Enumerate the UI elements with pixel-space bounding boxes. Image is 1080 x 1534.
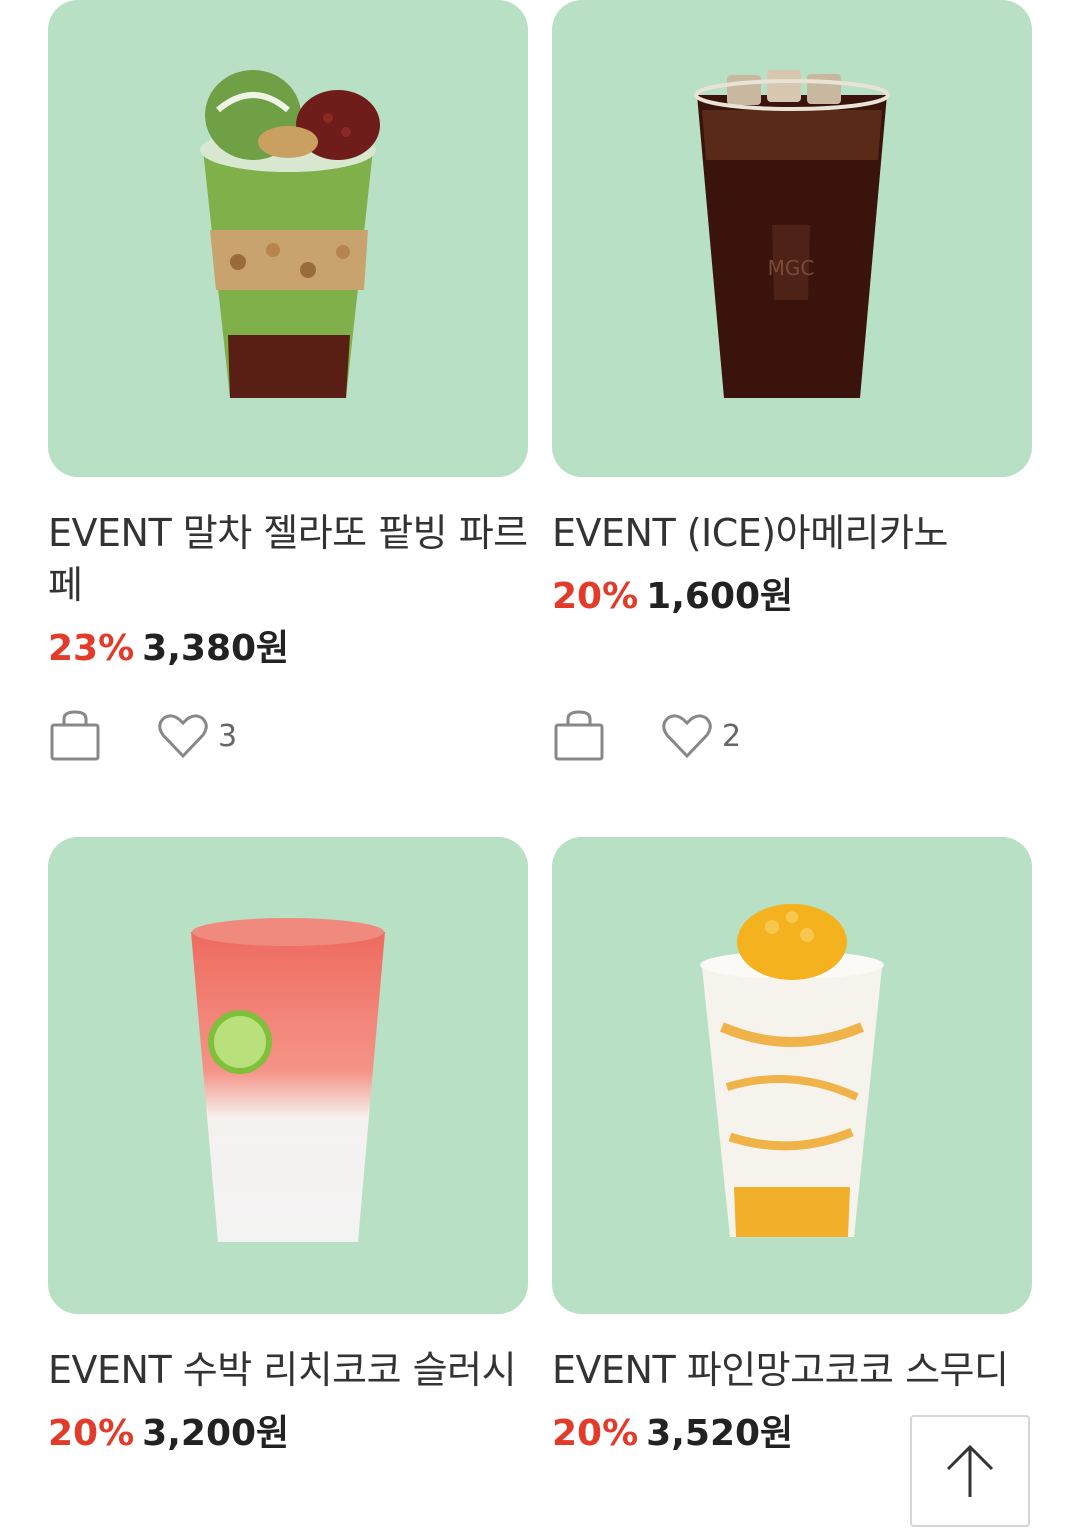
iced-americano-drink: MGC	[694, 70, 890, 398]
sale-price: 1,600원	[646, 576, 794, 617]
sale-price: 3,200원	[142, 1413, 290, 1454]
discount-rate: 20%	[552, 1413, 639, 1454]
product-grid: EVENT 말차 젤라또 팥빙 파르페 23% 3,380원 3 MGC EVE…	[0, 0, 1080, 1534]
discount-rate: 23%	[48, 628, 135, 669]
product-card[interactable]: MGC EVENT (ICE)아메리카노 20% 1,600원 2	[552, 0, 1032, 763]
product-image[interactable]	[48, 0, 528, 477]
card-actions: 2	[552, 709, 1032, 763]
discount-rate: 20%	[48, 1413, 135, 1454]
like-button[interactable]: 3	[158, 713, 237, 759]
like-count: 2	[722, 718, 742, 754]
price-row: 23% 3,380원	[48, 619, 528, 671]
shopping-bag-icon[interactable]	[552, 709, 606, 763]
product-title[interactable]: EVENT 말차 젤라또 팥빙 파르페	[48, 507, 528, 611]
scroll-top-button[interactable]	[910, 1415, 1030, 1527]
watermelon-slush-drink	[191, 918, 385, 1242]
product-card[interactable]: EVENT 말차 젤라또 팥빙 파르페 23% 3,380원 3	[48, 0, 528, 763]
like-button[interactable]: 2	[662, 713, 741, 759]
like-count: 3	[218, 718, 238, 754]
shopping-bag-icon[interactable]	[48, 709, 102, 763]
product-title[interactable]: EVENT (ICE)아메리카노	[552, 507, 1032, 559]
heart-icon[interactable]	[662, 713, 712, 759]
product-card[interactable]: EVENT 수박 리치코코 슬러시 20% 3,200원	[48, 837, 528, 1456]
pineapple-mango-smoothie-drink	[700, 904, 884, 1237]
product-title[interactable]: EVENT 수박 리치코코 슬러시	[48, 1344, 528, 1396]
matcha-parfait-drink	[200, 70, 380, 398]
svg-text:MGC: MGC	[768, 256, 815, 280]
heart-icon[interactable]	[158, 713, 208, 759]
product-image[interactable]: MGC	[552, 0, 1032, 477]
sale-price: 3,520원	[646, 1413, 794, 1454]
price-row: 20% 3,200원	[48, 1404, 528, 1456]
discount-rate: 20%	[552, 576, 639, 617]
sale-price: 3,380원	[142, 628, 290, 669]
arrow-up-icon[interactable]	[940, 1441, 1000, 1501]
product-card[interactable]: EVENT 파인망고코코 스무디 20% 3,520원	[552, 837, 1032, 1456]
card-actions: 3	[48, 709, 528, 763]
price-row: 20% 1,600원	[552, 567, 1032, 619]
product-image[interactable]	[48, 837, 528, 1314]
product-image[interactable]	[552, 837, 1032, 1314]
product-title[interactable]: EVENT 파인망고코코 스무디	[552, 1344, 1032, 1396]
